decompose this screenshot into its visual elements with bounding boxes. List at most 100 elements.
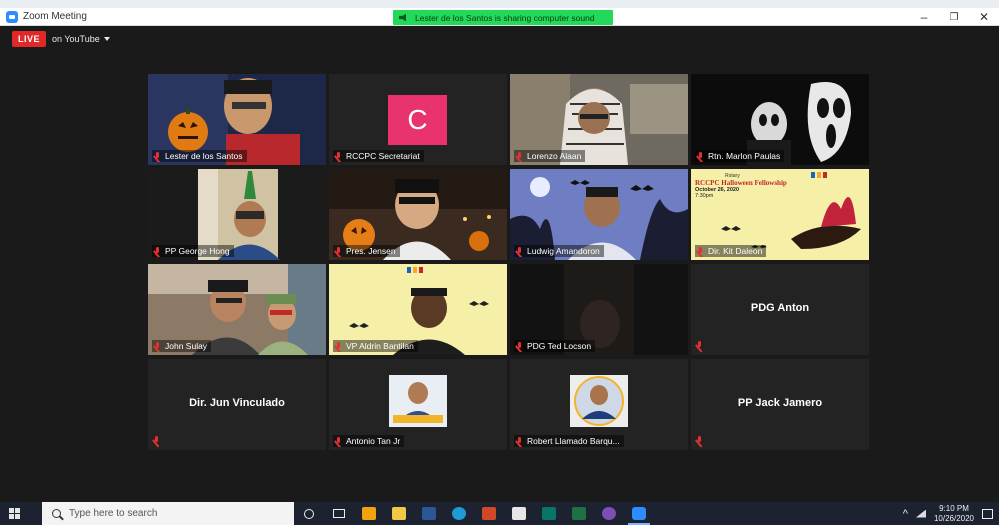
clock[interactable]: 9:10 PM 10/26/2020 <box>934 504 974 524</box>
participant-tile[interactable]: PP Jack Jamero <box>691 359 869 450</box>
participant-name-tag: Ludwig Amandoron <box>514 245 604 257</box>
participant-name: VP Aldrin Bantilan <box>346 341 414 351</box>
muted-mic-icon <box>335 436 342 446</box>
notification-icon[interactable] <box>982 508 993 519</box>
participant-tile[interactable]: VP Aldrin Bantilan <box>329 264 507 355</box>
participant-name: Robert Llamado Barqu... <box>527 436 620 446</box>
participant-tile[interactable]: Ludwig Amandoron <box>510 169 688 260</box>
task-view-icon[interactable] <box>324 502 354 525</box>
participant-tile[interactable]: Antonio Tan Jr <box>329 359 507 450</box>
muted-mic-icon <box>696 341 703 350</box>
participant-name: PP George Hong <box>165 246 230 256</box>
muted-mic-icon <box>154 246 161 256</box>
poster-time: 7:30pm <box>695 193 714 199</box>
tray-overflow-icon[interactable]: ^ <box>903 508 908 520</box>
participant-name: Rtn. Marlon Paulas <box>708 151 781 161</box>
muted-mic-icon <box>696 436 703 445</box>
powerpoint-icon[interactable] <box>474 502 504 525</box>
restore-button[interactable]: ❐ <box>939 8 969 26</box>
participant-tile-active-speaker[interactable]: Pres. Jensen <box>329 169 507 260</box>
muted-mic-icon <box>516 246 523 256</box>
start-button[interactable] <box>0 502 28 525</box>
participant-name: Dir. Kit Daleon <box>708 246 763 256</box>
live-badge[interactable]: LIVE <box>12 31 47 47</box>
cortana-icon[interactable] <box>294 502 324 525</box>
participant-name: RCCPC Secretariat <box>346 151 420 161</box>
system-tray: ^ 9:10 PM 10/26/2020 <box>903 502 999 525</box>
participant-tile[interactable]: PDG Anton <box>691 264 869 355</box>
participant-name-tag: Pres. Jensen <box>333 245 400 257</box>
outlook-icon[interactable] <box>354 502 384 525</box>
muted-mic-icon <box>516 151 523 161</box>
participant-name-tag: PDG Ted Locson <box>514 340 596 352</box>
participant-name: PDG Anton <box>750 302 810 314</box>
taskbar-search-box[interactable]: Type here to search <box>42 502 294 525</box>
notice-text: Lester de los Santos is sharing computer… <box>415 12 595 23</box>
participant-tile[interactable]: Dir. Jun Vinculado <box>148 359 326 450</box>
participant-name: Lester de los Santos <box>165 151 243 161</box>
publisher-icon[interactable] <box>534 502 564 525</box>
participant-name: PP Jack Jamero <box>737 397 823 409</box>
participant-tile[interactable]: Rtn. Marlon Paulas <box>691 74 869 165</box>
participant-name-tag: Rtn. Marlon Paulas <box>695 150 785 162</box>
muted-mic-icon <box>516 341 523 351</box>
live-destination-dropdown[interactable]: on YouTube <box>52 34 110 44</box>
close-button[interactable]: ✕ <box>969 8 999 26</box>
participant-tile[interactable]: C RCCPC Secretariat <box>329 74 507 165</box>
muted-mic-icon <box>154 151 161 161</box>
file-explorer-icon[interactable] <box>384 502 414 525</box>
search-placeholder: Type here to search <box>69 508 158 519</box>
participant-name: John Sulay <box>165 341 208 351</box>
edge-icon[interactable] <box>444 502 474 525</box>
participant-tile[interactable]: Lorenzo Alaan <box>510 74 688 165</box>
participant-name-tag: Lester de los Santos <box>152 150 247 162</box>
desktop-strip <box>0 0 999 8</box>
muted-mic-icon <box>154 341 161 351</box>
participant-tile[interactable]: John Sulay <box>148 264 326 355</box>
store-icon[interactable] <box>504 502 534 525</box>
avatar: C <box>388 95 447 145</box>
clock-date: 10/26/2020 <box>933 513 974 523</box>
live-destination-label: on YouTube <box>52 34 100 44</box>
participant-name-tag: Robert Llamado Barqu... <box>514 435 624 447</box>
participant-tile[interactable]: Lester de los Santos <box>148 74 326 165</box>
sharing-sound-notice: Lester de los Santos is sharing computer… <box>393 10 613 25</box>
participant-name-tag: Antonio Tan Jr <box>333 435 405 447</box>
zoom-app-icon <box>6 10 18 23</box>
clock-time: 9:10 PM <box>939 503 969 513</box>
excel-icon[interactable] <box>564 502 594 525</box>
speaker-icon <box>399 13 406 22</box>
chevron-down-icon <box>103 37 110 41</box>
windows-logo-icon <box>8 508 20 519</box>
participant-name-tag: VP Aldrin Bantilan <box>333 340 418 352</box>
participant-tile[interactable]: Rotary RCCPC Halloween Fellowship Octobe… <box>691 169 869 260</box>
zoom-window: Zoom Meeting – ❐ ✕ Lester de los Santos … <box>0 0 999 525</box>
live-stream-bar: LIVE on YouTube <box>12 31 110 47</box>
participant-name-tag: Lorenzo Alaan <box>514 150 586 162</box>
window-title: Zoom Meeting <box>23 11 87 22</box>
muted-mic-icon <box>697 246 704 256</box>
event-poster: Rotary RCCPC Halloween Fellowship Octobe… <box>695 173 795 199</box>
participant-name: PDG Ted Locson <box>527 341 592 351</box>
participant-tile[interactable]: PDG Ted Locson <box>510 264 688 355</box>
participant-name: Antonio Tan Jr <box>346 436 401 446</box>
participant-name: Dir. Jun Vinculado <box>189 397 285 409</box>
participant-tile[interactable]: PP George Hong <box>148 169 326 260</box>
participant-name: Pres. Jensen <box>346 246 396 256</box>
participant-tile[interactable]: Robert Llamado Barqu... <box>510 359 688 450</box>
wifi-icon[interactable] <box>915 509 926 518</box>
poster-title: RCCPC Halloween Fellowship <box>695 179 787 187</box>
participant-name-tag: RCCPC Secretariat <box>333 150 424 162</box>
participant-name-tag: PP George Hong <box>152 245 234 257</box>
participant-name: Ludwig Amandoron <box>527 246 600 256</box>
muted-mic-icon <box>697 151 704 161</box>
muted-mic-icon <box>335 341 342 351</box>
zoom-icon[interactable] <box>624 502 654 525</box>
word-icon[interactable] <box>414 502 444 525</box>
windows-taskbar: Type here to search ^ 9:10 PM 10/26/2020 <box>0 502 999 525</box>
search-icon <box>52 509 61 518</box>
viber-icon[interactable] <box>594 502 624 525</box>
minimize-button[interactable]: – <box>909 8 939 26</box>
participant-name-tag: John Sulay <box>152 340 212 352</box>
muted-mic-icon <box>335 246 342 256</box>
